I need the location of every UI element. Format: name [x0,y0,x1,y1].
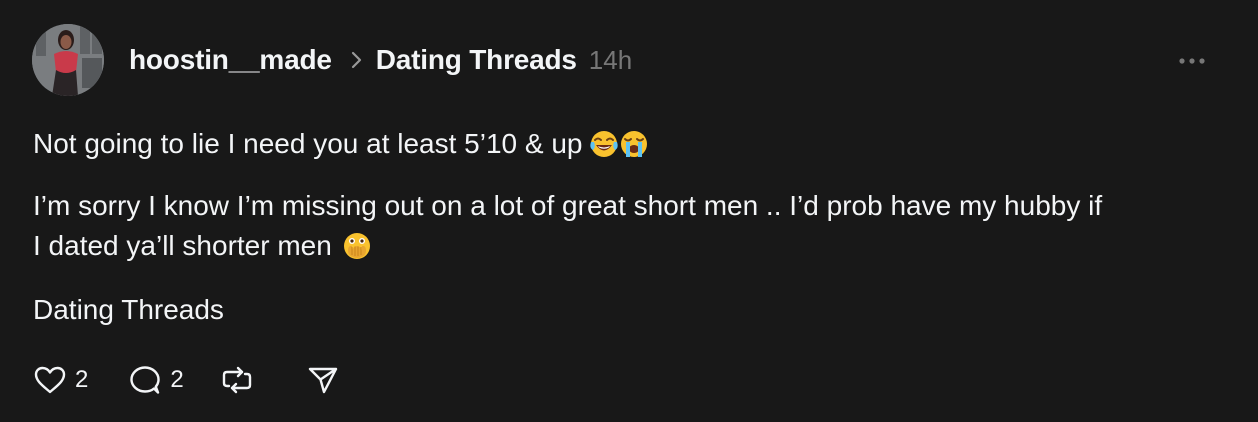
avatar-photo [32,24,104,96]
post-text-line: Not going to lie I need you at least 5’1… [33,124,649,170]
heart-icon [34,366,66,394]
share-button[interactable] [306,364,340,396]
post-text: I dated ya’ll shorter men [33,230,332,261]
repost-icon [222,366,251,394]
more-options-button[interactable] [1176,48,1208,74]
community-link[interactable]: Dating Threads [376,44,577,76]
post-text-line: I’m sorry I know I’m missing out on a lo… [33,190,1103,221]
post-text: Not going to lie I need you at least 5’1… [33,128,583,159]
post-header: hoostin__made Dating Threads 14h [129,42,632,78]
like-button[interactable]: 2 [33,365,88,395]
loudly-crying-emoji [619,129,649,170]
reply-count: 2 [170,366,184,393]
chevron-right-icon [350,50,364,70]
thread-post: hoostin__made Dating Threads 14h Not goi… [0,0,1258,422]
face-with-open-eyes-and-hand-over-mouth-emoji [342,231,372,272]
reply-button[interactable]: 2 [128,364,184,396]
comment-icon [130,366,161,394]
laughing-crying-emoji [589,129,619,170]
community-tag[interactable]: Dating Threads [33,290,224,330]
more-horizontal-icon [1179,58,1205,64]
like-count: 2 [75,366,89,393]
post-text-line: I dated ya’ll shorter men [33,226,372,272]
send-icon [308,367,337,394]
post-timestamp: 14h [588,44,633,75]
author-username[interactable]: hoostin__made [129,44,332,76]
repost-button[interactable] [220,364,254,396]
avatar[interactable] [32,24,104,96]
post-actions: 2 2 [33,360,340,400]
